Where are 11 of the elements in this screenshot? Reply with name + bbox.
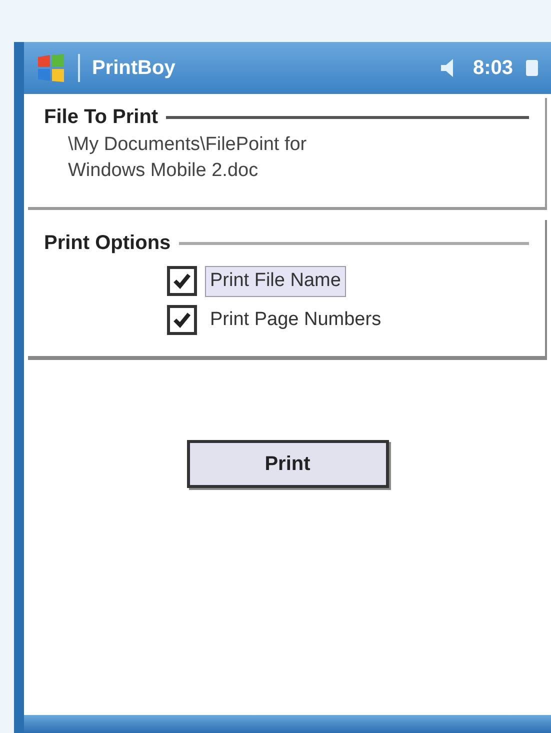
checkmark-icon [172, 271, 192, 292]
windows-logo-icon[interactable] [36, 53, 66, 83]
group-label: Print Options [44, 231, 171, 256]
option-label[interactable]: Print File Name [205, 266, 346, 296]
checkbox[interactable] [167, 304, 197, 335]
file-path: \My Documents\FilePoint for Windows Mobile 2.doc [68, 133, 308, 183]
checkbox[interactable] [167, 266, 197, 296]
group-label: File To Print [44, 105, 158, 130]
option-label[interactable]: Print Page Numbers [205, 304, 386, 335]
window-title: PrintBoy [92, 56, 176, 81]
print-button[interactable]: Print [186, 440, 388, 488]
